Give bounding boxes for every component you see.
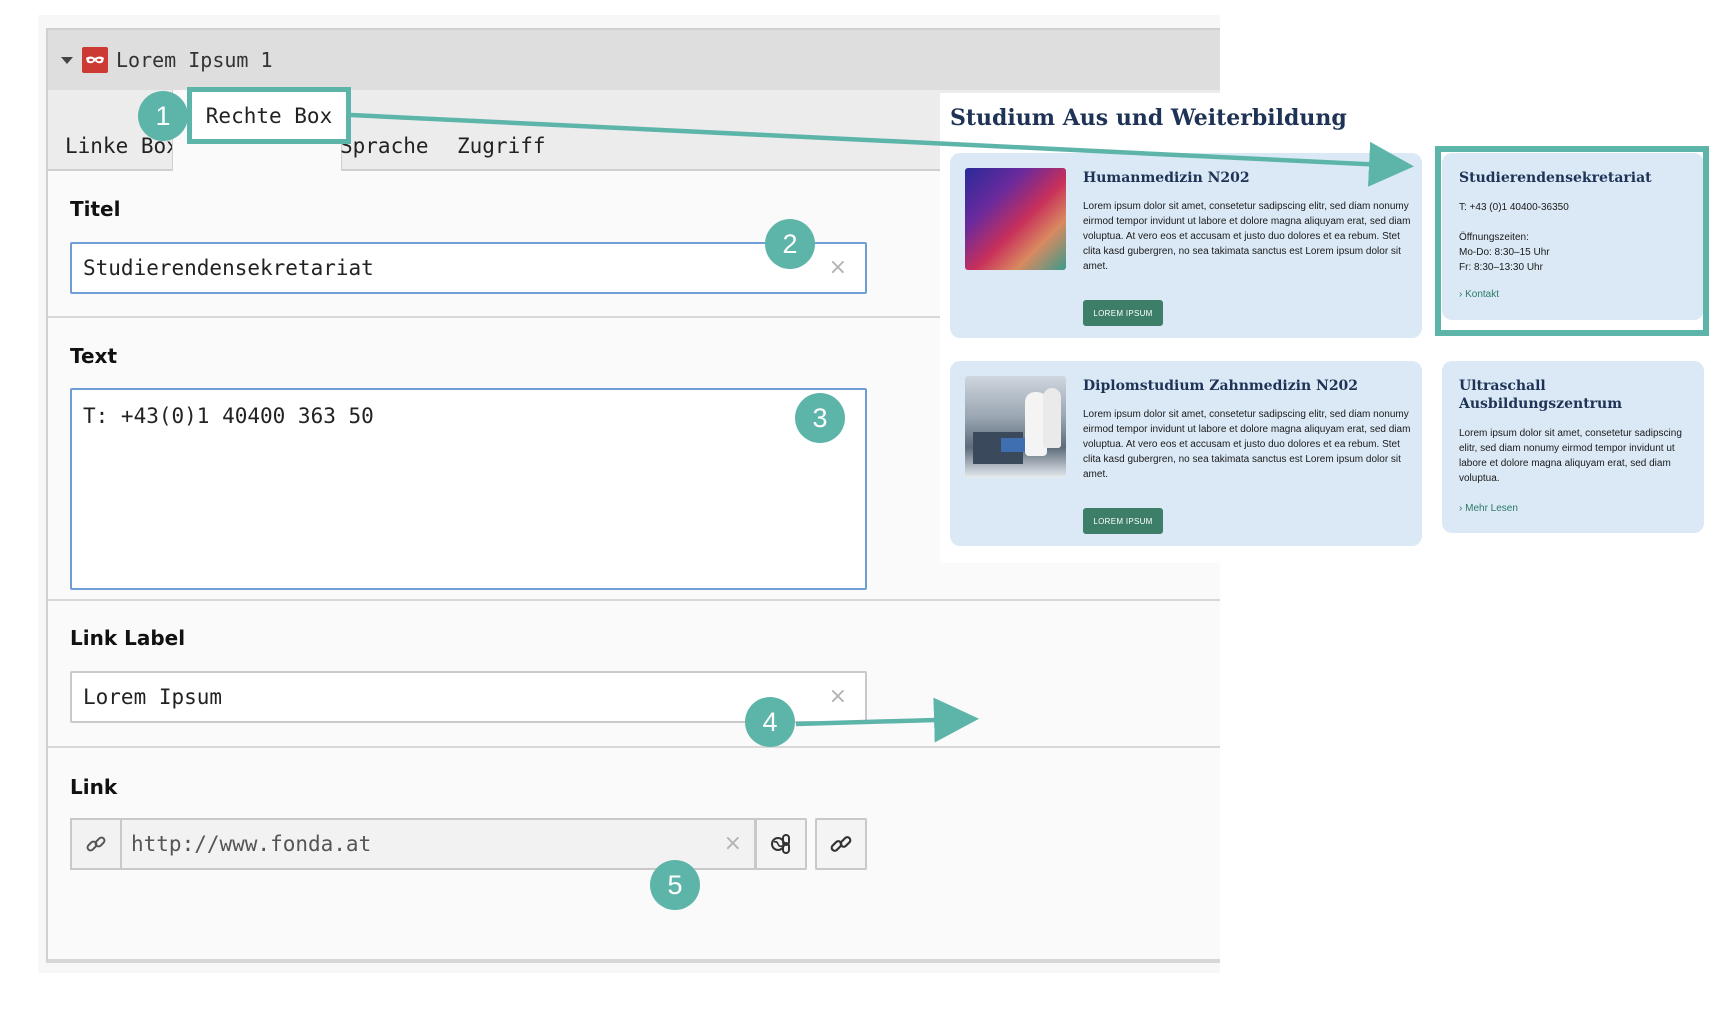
preview-heading: Studium Aus und Weiterbildung xyxy=(950,105,1347,131)
card-image-lab xyxy=(965,376,1066,478)
link-label-clear-icon[interactable]: × xyxy=(829,684,847,709)
course-card-humanmedizin: Humanmedizin N202 Lorem ipsum dolor sit … xyxy=(950,153,1422,338)
course-card-zahnmedizin: Diplomstudium Zahnmedizin N202 Lorem ips… xyxy=(950,361,1422,546)
annotation-badge-4: 4 xyxy=(745,697,795,747)
link-browser-button[interactable] xyxy=(755,818,807,870)
link-url-value: http://www.fonda.at xyxy=(131,832,372,856)
panel-header[interactable]: Lorem Ipsum 1 xyxy=(48,30,1220,90)
link-edit-button[interactable] xyxy=(815,818,867,870)
card-title: Humanmedizin N202 xyxy=(1083,170,1250,186)
annotation-badge-3: 3 xyxy=(795,393,845,443)
side-box-link-label: Mehr Lesen xyxy=(1465,503,1518,514)
link-label-label: Link Label xyxy=(70,626,186,650)
panel-title: Lorem Ipsum 1 xyxy=(116,48,273,72)
annotation-badge-2: 2 xyxy=(765,219,815,269)
titel-label: Titel xyxy=(70,197,121,221)
card-body: Lorem ipsum dolor sit amet, consetetur s… xyxy=(1083,409,1411,480)
side-box-title: Ultraschall Ausbildungszentrum xyxy=(1459,378,1623,412)
side-box-link[interactable]: › Mehr Lesen xyxy=(1459,503,1518,514)
annotation-badge-1: 1 xyxy=(138,91,188,141)
link-clear-icon[interactable]: × xyxy=(724,831,742,856)
field-link-label-section: Link Label Lorem Ipsum × xyxy=(48,601,1220,748)
link-label: Link xyxy=(70,775,118,799)
tab-zugriff[interactable]: Zugriff xyxy=(457,90,546,169)
card-button[interactable]: LOREM IPSUM xyxy=(1083,300,1163,326)
preview-highlight-box xyxy=(1435,146,1709,336)
text-value: T: +43(0)1 40400 363 50 xyxy=(83,404,374,428)
text-label: Text xyxy=(70,344,118,368)
collapse-caret-icon[interactable] xyxy=(61,56,73,64)
card-image-abstract xyxy=(965,168,1066,270)
link-icon xyxy=(830,836,852,852)
link-url-input[interactable]: http://www.fonda.at × xyxy=(120,818,756,870)
stage: Lorem Ipsum 1 Linke Box Sprache Zugriff … xyxy=(0,0,1734,1028)
titel-clear-icon[interactable]: × xyxy=(829,255,847,280)
field-link-section: Link http://www.fonda.at × xyxy=(48,748,1220,928)
card-body: Lorem ipsum dolor sit amet, consetetur s… xyxy=(1083,201,1411,272)
titel-input[interactable]: Studierendensekretariat × xyxy=(70,242,867,294)
text-textarea[interactable]: T: +43(0)1 40400 363 50 xyxy=(70,388,867,590)
card-title: Diplomstudium Zahnmedizin N202 xyxy=(1083,378,1359,394)
annotation-badge-5: 5 xyxy=(650,860,700,910)
mask-icon xyxy=(82,47,108,73)
globe-link-icon xyxy=(771,834,790,854)
link-chain-icon xyxy=(70,818,122,870)
link-label-value: Lorem Ipsum xyxy=(83,685,223,709)
card-button[interactable]: LOREM IPSUM xyxy=(1083,508,1163,534)
tab-sprache[interactable]: Sprache xyxy=(340,90,429,169)
side-box-ultraschall: Ultraschall Ausbildungszentrum Lorem ips… xyxy=(1442,361,1704,533)
side-box-body: Lorem ipsum dolor sit amet, consetetur s… xyxy=(1459,428,1682,484)
titel-value: Studierendensekretariat xyxy=(83,256,374,280)
tab-rechte-box-highlight[interactable]: Rechte Box xyxy=(187,87,351,144)
link-field-group: http://www.fonda.at × xyxy=(70,818,867,870)
